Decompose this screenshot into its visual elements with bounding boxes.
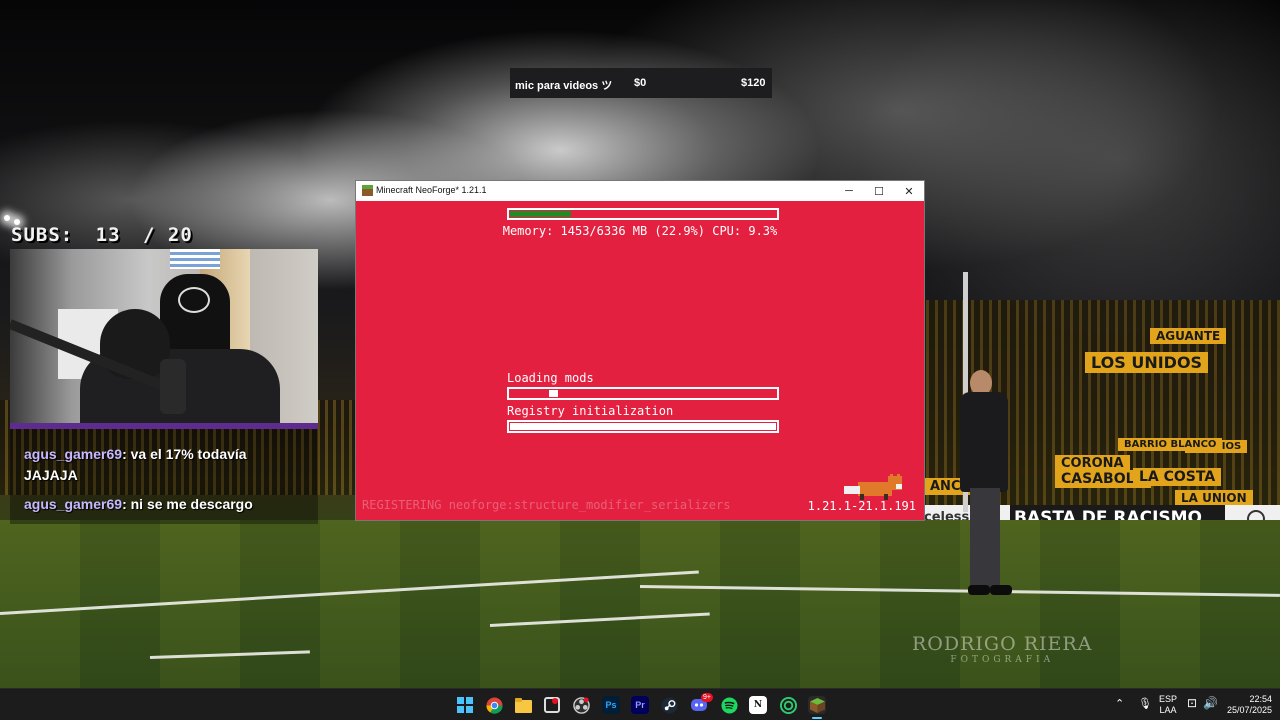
spotify-icon[interactable] — [720, 696, 738, 714]
version-text: 1.21.1-21.1.191 — [807, 499, 916, 513]
chat-message: agus_gamer69: ni se me descargo — [24, 496, 253, 512]
progress-bar-loading-mods — [507, 387, 779, 400]
minecraft-grass-block-icon — [362, 185, 373, 196]
minecraft-icon[interactable] — [808, 696, 826, 714]
snipping-tool-icon[interactable] — [543, 696, 561, 714]
subs-counter: SUBS: 13 / 20 — [11, 224, 193, 246]
taskbar: Ps Pr 9+ N ⌃ 🎙 ESP LAA ⊡ 🔊 22:54 25/07/2… — [0, 688, 1280, 720]
discord-notification-badge: 9+ — [701, 693, 713, 702]
floodlight — [4, 215, 10, 221]
loading-status-text: REGISTERING neoforge:structure_modifier_… — [362, 498, 731, 512]
clock[interactable]: 22:54 25/07/2025 — [1218, 694, 1272, 716]
subs-separator: / — [143, 224, 156, 246]
webcam-feed — [10, 249, 318, 429]
language-indicator[interactable]: ESP LAA — [1158, 694, 1178, 716]
chrome-icon[interactable] — [485, 696, 503, 714]
banner: LA COSTA — [1133, 468, 1222, 486]
photographer-watermark: RODRIGO RIERA FOTOGRAFIA — [912, 633, 1093, 665]
microphone-icon[interactable]: 🎙 — [1138, 697, 1152, 710]
progress-label-loading-mods: Loading mods — [507, 371, 594, 385]
loading-screen: Memory: 1453/6336 MB (22.9%) CPU: 9.3% L… — [356, 201, 924, 520]
subs-current: 13 — [95, 224, 121, 246]
window-title: Minecraft NeoForge* 1.21.1 — [376, 185, 487, 195]
coach-figure — [960, 370, 1030, 600]
network-icon[interactable]: ⊡ — [1187, 696, 1197, 710]
donation-goal-bar: mic para videos ツ $0 $120 — [510, 68, 772, 98]
banner: BARRIO BLANCO — [1118, 438, 1223, 451]
progress-bar-marker — [549, 390, 558, 397]
memory-bar — [507, 208, 779, 220]
progress-bar-fill — [510, 423, 776, 430]
app-icon[interactable] — [779, 696, 797, 714]
minimize-button[interactable]: ─ — [834, 181, 864, 201]
obs-icon[interactable] — [572, 696, 590, 714]
banner: LA UNION — [1175, 490, 1253, 506]
subs-label: SUBS: — [11, 224, 74, 246]
fox-icon — [844, 474, 902, 500]
chevron-up-icon[interactable]: ⌃ — [1115, 697, 1124, 710]
window-titlebar[interactable]: Minecraft NeoForge* 1.21.1 ─ ☐ ✕ — [356, 181, 924, 201]
active-app-indicator — [812, 717, 822, 719]
donation-goal-current: $0 — [634, 77, 647, 89]
premiere-icon[interactable]: Pr — [631, 696, 649, 714]
minecraft-window[interactable]: Minecraft NeoForge* 1.21.1 ─ ☐ ✕ Memory:… — [355, 180, 925, 521]
progress-bar-registry — [507, 420, 779, 433]
close-button[interactable]: ✕ — [894, 181, 924, 201]
subs-goal: 20 — [167, 224, 193, 246]
chat-overlay: agus_gamer69: va el 17% todavía JAJAJA a… — [10, 429, 318, 524]
memory-bar-fill — [510, 211, 571, 217]
banner: AGUANTE — [1150, 328, 1227, 344]
donation-goal-label: mic para videos ツ — [515, 80, 613, 92]
photoshop-icon[interactable]: Ps — [602, 696, 620, 714]
file-explorer-icon[interactable] — [514, 696, 532, 714]
notion-icon[interactable]: N — [749, 696, 767, 714]
chat-message: agus_gamer69: va el 17% todavía — [24, 446, 247, 462]
memory-text: Memory: 1453/6336 MB (22.9%) CPU: 9.3% — [502, 224, 778, 238]
chat-message: JAJAJA — [24, 467, 78, 483]
banner: LOS UNIDOS — [1085, 352, 1209, 373]
donation-goal-target: $120 — [741, 77, 766, 89]
volume-icon[interactable]: 🔊 — [1203, 696, 1218, 710]
steam-icon[interactable] — [660, 696, 678, 714]
start-icon[interactable] — [456, 696, 474, 714]
maximize-button[interactable]: ☐ — [864, 181, 894, 201]
progress-label-registry: Registry initialization — [507, 404, 674, 418]
